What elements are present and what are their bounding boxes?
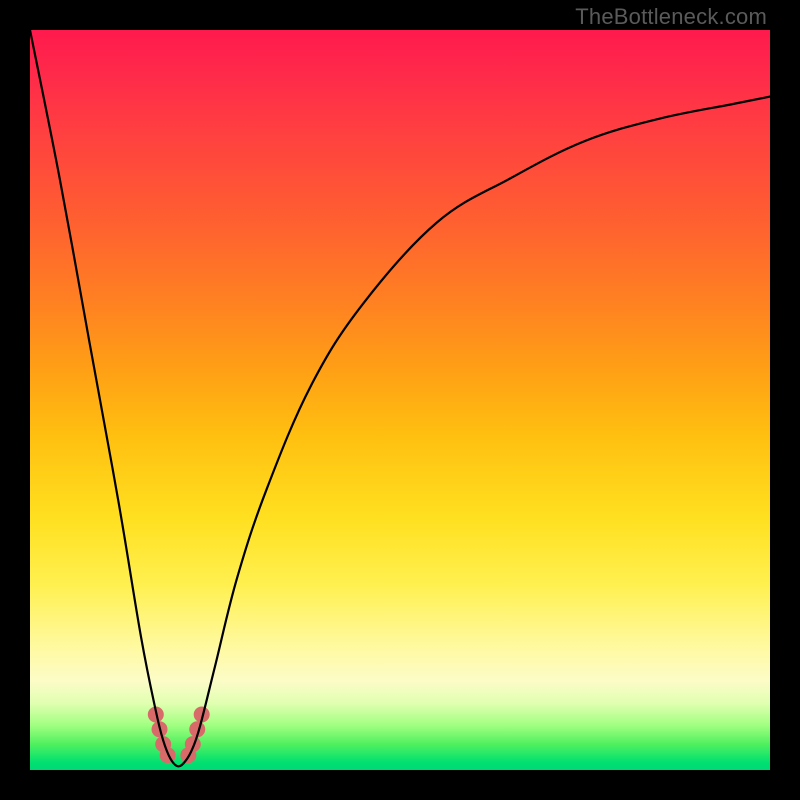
- outer-frame: TheBottleneck.com: [0, 0, 800, 800]
- plot-area: [30, 30, 770, 770]
- bottleneck-curve-path: [30, 30, 770, 766]
- watermark-text: TheBottleneck.com: [575, 4, 767, 30]
- bottleneck-chart: [30, 30, 770, 770]
